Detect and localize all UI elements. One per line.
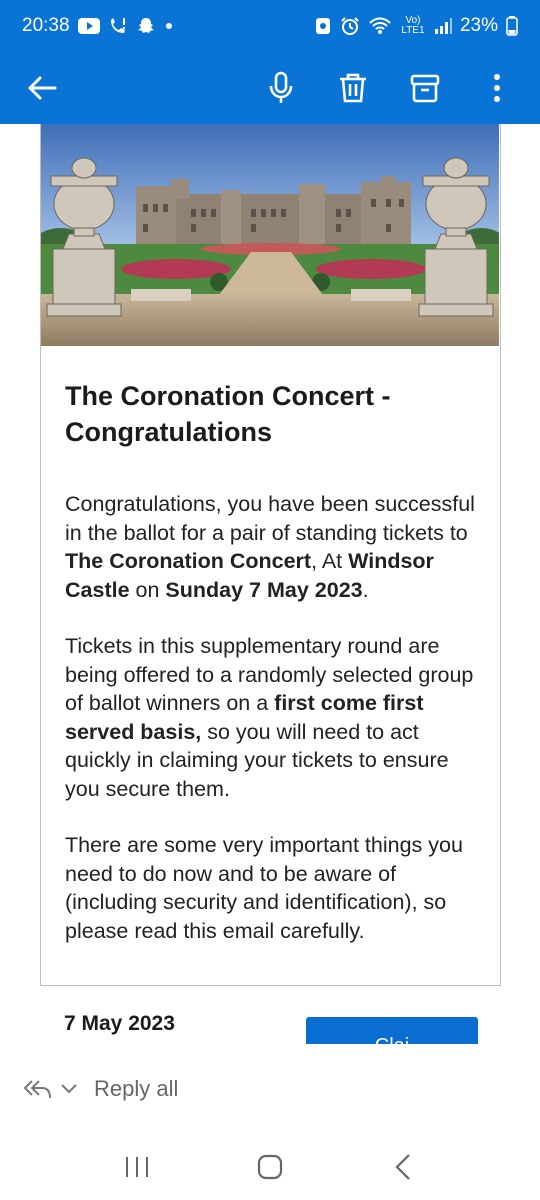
chevron-down-icon[interactable] [56,1074,82,1104]
email-card: The Coronation Concert - Congratulations… [40,124,501,986]
reply-all-icon[interactable] [20,1074,54,1104]
microphone-icon [269,71,293,103]
battery-icon [506,16,518,36]
para1-text-2: , At [311,549,349,573]
recents-icon [125,1157,148,1177]
email-toolbar [0,52,540,124]
status-bar: 20:38 Vo) LTE1 23% [0,0,540,52]
para1-text-3: on [129,577,166,602]
battery-percent: 23% [459,15,498,36]
more-icon [494,74,500,102]
alarm-icon [340,16,360,36]
archive-icon [410,74,440,103]
wifi-icon [368,16,392,36]
signal-icon [434,17,452,35]
para1-concert-name: The Coronation Concert [65,549,312,573]
delete-button[interactable] [328,62,378,114]
email-title: The Coronation Concert - Congratulations [65,381,391,447]
home-button[interactable] [240,1142,300,1192]
snapchat-icon [136,16,156,36]
phone-notification-icon [108,16,128,36]
para1-text-4: . [362,577,369,602]
back-button[interactable] [16,62,68,114]
hero-image [41,124,499,346]
paragraph-congratulations: Congratulations, you have been successfu… [65,490,485,604]
castle-garden-image [41,124,499,346]
home-icon [257,1154,283,1180]
back-nav-button[interactable] [373,1142,433,1192]
back-arrow-icon [28,76,57,100]
voice-button[interactable] [256,62,306,114]
clock: 20:38 [22,15,70,36]
back-chevron-icon [395,1154,411,1180]
paragraph-supplementary-round: Tickets in this supplementary round are … [65,632,485,803]
system-navigation-bar [0,1134,540,1200]
more-options-button[interactable] [472,62,522,114]
paragraph-important-things: There are some very important things you… [65,833,463,943]
reply-all-label[interactable]: Reply all [94,1076,178,1102]
sim-icon [314,16,332,36]
delete-icon [340,73,366,103]
archive-button[interactable] [400,62,450,114]
email-body: The Coronation Concert - Congratulations… [65,378,485,945]
volte-label: Vo) LTE1 [401,15,425,36]
date-heading: 7 May 2023 [64,1012,175,1035]
reply-all-bar[interactable]: Reply all [0,1044,540,1134]
para1-date: Sunday 7 May 2023 [165,577,363,602]
dot-icon [164,21,174,31]
claim-button[interactable]: Clai [306,1017,478,1044]
recent-apps-button[interactable] [107,1142,167,1192]
email-content[interactable]: The Coronation Concert - Congratulations… [0,124,540,1044]
para1-text-1: Congratulations, you have been successfu… [65,492,475,545]
youtube-icon [77,18,100,34]
